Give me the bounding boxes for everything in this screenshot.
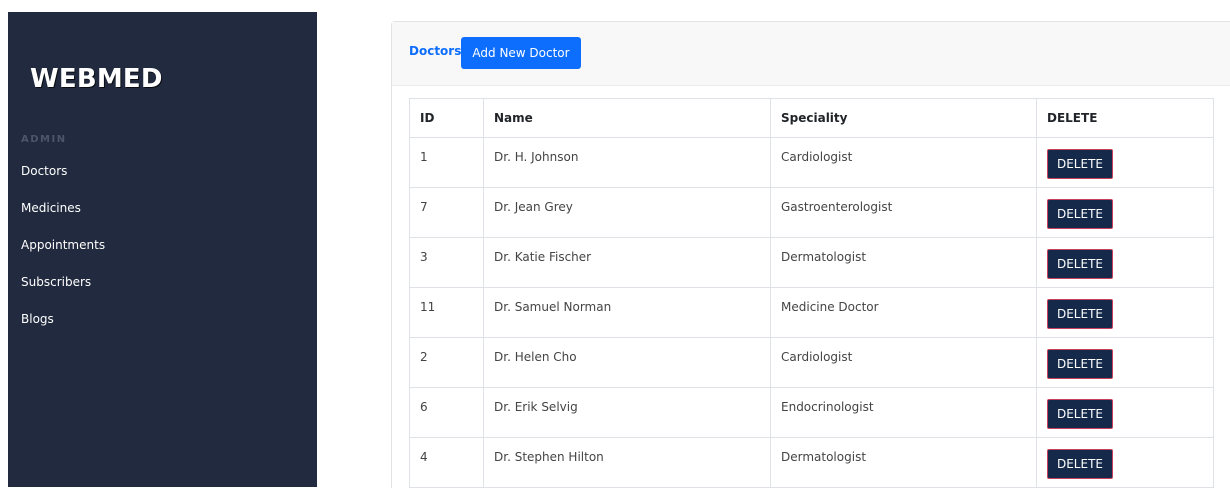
cell-speciality: Cardiologist <box>770 337 1037 388</box>
column-header-speciality: Speciality <box>770 98 1037 138</box>
panel-header: Doctors Add New Doctor <box>392 22 1230 86</box>
cell-delete: DELETE <box>1036 287 1214 338</box>
cell-speciality: Endocrinologist <box>770 387 1037 438</box>
brand-logo[interactable]: WEBMED <box>30 64 163 94</box>
cell-delete: DELETE <box>1036 237 1214 288</box>
delete-button[interactable]: DELETE <box>1047 449 1113 479</box>
table-row: 3 Dr. Katie Fischer Dermatologist DELETE <box>409 237 1214 288</box>
cell-delete: DELETE <box>1036 437 1214 488</box>
column-header-name: Name <box>483 98 771 138</box>
cell-delete: DELETE <box>1036 187 1214 238</box>
sidebar-item-doctors[interactable]: Doctors <box>21 164 67 178</box>
table-header-row: ID Name Speciality DELETE <box>409 98 1214 138</box>
cell-id: 3 <box>409 237 484 288</box>
cell-delete: DELETE <box>1036 137 1214 188</box>
cell-speciality: Dermatologist <box>770 437 1037 488</box>
sidebar: WEBMED ADMIN Doctors Medicines Appointme… <box>8 12 317 487</box>
table-row: 1 Dr. H. Johnson Cardiologist DELETE <box>409 137 1214 188</box>
cell-name: Dr. Helen Cho <box>483 337 771 388</box>
doctors-table: ID Name Speciality DELETE 1 Dr. H. Johns… <box>409 98 1214 488</box>
cell-name: Dr. Jean Grey <box>483 187 771 238</box>
delete-button[interactable]: DELETE <box>1047 399 1113 429</box>
column-header-id: ID <box>409 98 484 138</box>
cell-speciality: Dermatologist <box>770 237 1037 288</box>
table-row: 7 Dr. Jean Grey Gastroenterologist DELET… <box>409 187 1214 238</box>
table-row: 2 Dr. Helen Cho Cardiologist DELETE <box>409 337 1214 388</box>
cell-name: Dr. Erik Selvig <box>483 387 771 438</box>
cell-name: Dr. Katie Fischer <box>483 237 771 288</box>
table-row: 11 Dr. Samuel Norman Medicine Doctor DEL… <box>409 287 1214 338</box>
add-new-doctor-button[interactable]: Add New Doctor <box>461 37 581 69</box>
delete-button[interactable]: DELETE <box>1047 149 1113 179</box>
sidebar-item-medicines[interactable]: Medicines <box>21 201 81 215</box>
cell-name: Dr. Stephen Hilton <box>483 437 771 488</box>
cell-id: 11 <box>409 287 484 338</box>
delete-button[interactable]: DELETE <box>1047 299 1113 329</box>
sidebar-section-admin: ADMIN <box>21 134 67 145</box>
delete-button[interactable]: DELETE <box>1047 349 1113 379</box>
delete-button[interactable]: DELETE <box>1047 249 1113 279</box>
sidebar-item-blogs[interactable]: Blogs <box>21 312 54 326</box>
cell-id: 4 <box>409 437 484 488</box>
sidebar-item-appointments[interactable]: Appointments <box>21 238 105 252</box>
cell-delete: DELETE <box>1036 387 1214 438</box>
cell-name: Dr. Samuel Norman <box>483 287 771 338</box>
column-header-delete: DELETE <box>1036 98 1214 138</box>
cell-id: 1 <box>409 137 484 188</box>
cell-id: 7 <box>409 187 484 238</box>
table-row: 6 Dr. Erik Selvig Endocrinologist DELETE <box>409 387 1214 438</box>
cell-delete: DELETE <box>1036 337 1214 388</box>
delete-button[interactable]: DELETE <box>1047 199 1113 229</box>
cell-id: 2 <box>409 337 484 388</box>
sidebar-item-subscribers[interactable]: Subscribers <box>21 275 91 289</box>
cell-speciality: Gastroenterologist <box>770 187 1037 238</box>
cell-speciality: Medicine Doctor <box>770 287 1037 338</box>
cell-speciality: Cardiologist <box>770 137 1037 188</box>
cell-id: 6 <box>409 387 484 438</box>
page-title[interactable]: Doctors <box>409 44 461 58</box>
cell-name: Dr. H. Johnson <box>483 137 771 188</box>
main-panel: Doctors Add New Doctor ID Name Specialit… <box>391 21 1230 488</box>
table-row: 4 Dr. Stephen Hilton Dermatologist DELET… <box>409 437 1214 488</box>
